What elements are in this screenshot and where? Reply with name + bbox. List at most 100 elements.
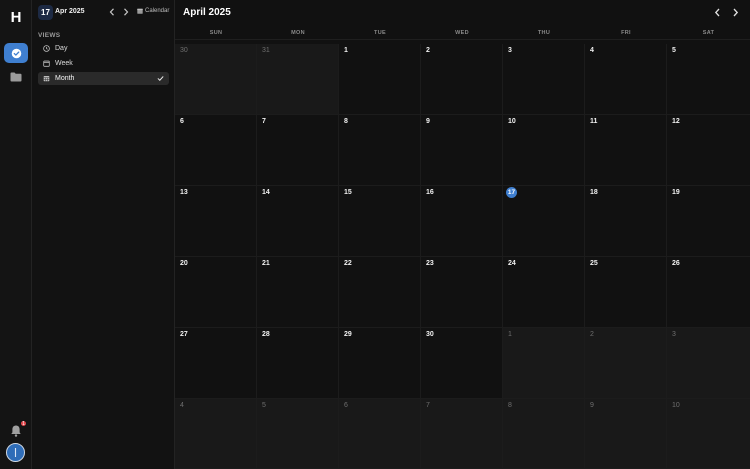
day-number: 29 bbox=[344, 331, 352, 338]
current-date-label: Apr 2025 bbox=[55, 8, 85, 15]
day-number: 11 bbox=[590, 118, 598, 125]
view-week[interactable]: Week bbox=[38, 57, 169, 70]
day-cell[interactable]: 11 bbox=[585, 115, 667, 186]
day-cell[interactable]: 7 bbox=[257, 115, 339, 186]
day-cell[interactable]: 22 bbox=[339, 257, 421, 328]
day-cell[interactable]: 30 bbox=[421, 328, 503, 399]
day-cell[interactable]: 2 bbox=[421, 44, 503, 115]
day-cell[interactable]: 2 bbox=[585, 328, 667, 399]
day-number: 28 bbox=[262, 331, 270, 338]
sidebar-next-button[interactable] bbox=[121, 7, 131, 17]
day-number: 1 bbox=[344, 47, 348, 54]
day-number: 3 bbox=[508, 47, 512, 54]
day-cell[interactable]: 10 bbox=[667, 399, 750, 469]
day-cell[interactable]: 9 bbox=[585, 399, 667, 469]
weekday-label: THU bbox=[537, 30, 551, 36]
day-number: 1 bbox=[508, 331, 512, 338]
day-cell[interactable]: 5 bbox=[667, 44, 750, 115]
day-number: 23 bbox=[426, 260, 434, 267]
day-cell[interactable]: 31 bbox=[257, 44, 339, 115]
day-cell[interactable]: 7 bbox=[421, 399, 503, 469]
day-cell[interactable]: 5 bbox=[257, 399, 339, 469]
files-rail-button[interactable] bbox=[4, 67, 28, 87]
day-cell[interactable]: 21 bbox=[257, 257, 339, 328]
day-cell[interactable]: 19 bbox=[667, 186, 750, 257]
day-number: 7 bbox=[262, 118, 266, 125]
day-number: 9 bbox=[426, 118, 430, 125]
checkmark-icon bbox=[157, 76, 164, 81]
day-number: 2 bbox=[426, 47, 430, 54]
day-cell[interactable]: 3 bbox=[503, 44, 585, 115]
user-avatar[interactable] bbox=[6, 443, 25, 462]
calendar-sidebar: 17 Apr 2025 Calendar VIEWS Day Week Mont… bbox=[32, 0, 175, 469]
day-cell[interactable]: 16 bbox=[421, 186, 503, 257]
day-cell[interactable]: 23 bbox=[421, 257, 503, 328]
today-chip[interactable]: 17 bbox=[38, 5, 53, 20]
day-cell[interactable]: 26 bbox=[667, 257, 750, 328]
day-cell[interactable]: 27 bbox=[175, 328, 257, 399]
day-number: 4 bbox=[590, 47, 594, 54]
view-week-label: Week bbox=[55, 60, 73, 67]
day-cell[interactable]: 29 bbox=[339, 328, 421, 399]
day-number: 7 bbox=[426, 402, 430, 409]
app-logo[interactable]: H bbox=[9, 9, 23, 27]
day-cell[interactable]: 12 bbox=[667, 115, 750, 186]
day-number: 15 bbox=[344, 189, 352, 196]
tasks-rail-button[interactable] bbox=[4, 43, 28, 63]
day-cell[interactable]: 17 bbox=[503, 186, 585, 257]
day-cell[interactable]: 14 bbox=[257, 186, 339, 257]
day-number: 6 bbox=[180, 118, 184, 125]
day-cell[interactable]: 6 bbox=[339, 399, 421, 469]
day-cell[interactable]: 10 bbox=[503, 115, 585, 186]
day-number: 12 bbox=[672, 118, 680, 125]
day-cell[interactable]: 8 bbox=[339, 115, 421, 186]
chevron-right-icon bbox=[124, 8, 129, 16]
avatar-glyph-icon bbox=[14, 448, 17, 457]
weekday-label: WED bbox=[455, 30, 469, 36]
day-cell[interactable]: 25 bbox=[585, 257, 667, 328]
day-cell[interactable]: 4 bbox=[175, 399, 257, 469]
calendar-icon bbox=[137, 8, 143, 14]
day-number: 10 bbox=[672, 402, 680, 409]
next-month-button[interactable] bbox=[730, 7, 741, 18]
day-number: 27 bbox=[180, 331, 188, 338]
chevron-left-icon bbox=[714, 8, 720, 17]
day-number: 4 bbox=[180, 402, 184, 409]
day-cell[interactable]: 24 bbox=[503, 257, 585, 328]
weekday-header: SUN MON TUE WED THU FRI SAT bbox=[175, 27, 750, 40]
weekday-label: SAT bbox=[702, 30, 715, 36]
view-day[interactable]: Day bbox=[38, 42, 169, 55]
day-number: 13 bbox=[180, 189, 188, 196]
day-cell[interactable]: 1 bbox=[503, 328, 585, 399]
view-month-label: Month bbox=[55, 75, 75, 82]
day-cell[interactable]: 6 bbox=[175, 115, 257, 186]
clock-icon bbox=[43, 45, 50, 52]
day-number: 24 bbox=[508, 260, 516, 267]
view-month[interactable]: Month bbox=[38, 72, 169, 85]
day-number: 5 bbox=[262, 402, 266, 409]
day-cell[interactable]: 20 bbox=[175, 257, 257, 328]
prev-month-button[interactable] bbox=[712, 7, 723, 18]
calendar-month-icon bbox=[43, 76, 50, 82]
day-cell[interactable]: 8 bbox=[503, 399, 585, 469]
day-cell[interactable]: 15 bbox=[339, 186, 421, 257]
chevron-left-icon bbox=[109, 8, 114, 16]
day-number: 20 bbox=[180, 260, 188, 267]
day-cell[interactable]: 1 bbox=[339, 44, 421, 115]
folder-icon bbox=[10, 72, 22, 82]
day-number: 8 bbox=[344, 118, 348, 125]
calendar-link-label: Calendar bbox=[145, 8, 170, 14]
day-number: 17 bbox=[506, 187, 517, 198]
day-cell[interactable]: 13 bbox=[175, 186, 257, 257]
weekday-label: TUE bbox=[374, 30, 386, 36]
day-cell[interactable]: 9 bbox=[421, 115, 503, 186]
day-number: 25 bbox=[590, 260, 598, 267]
calendar-link[interactable]: Calendar bbox=[137, 8, 169, 14]
weekday-label: MON bbox=[291, 30, 305, 36]
sidebar-prev-button[interactable] bbox=[107, 7, 117, 17]
day-cell[interactable]: 4 bbox=[585, 44, 667, 115]
day-cell[interactable]: 28 bbox=[257, 328, 339, 399]
day-cell[interactable]: 3 bbox=[667, 328, 750, 399]
day-cell[interactable]: 18 bbox=[585, 186, 667, 257]
day-cell[interactable]: 30 bbox=[175, 44, 257, 115]
